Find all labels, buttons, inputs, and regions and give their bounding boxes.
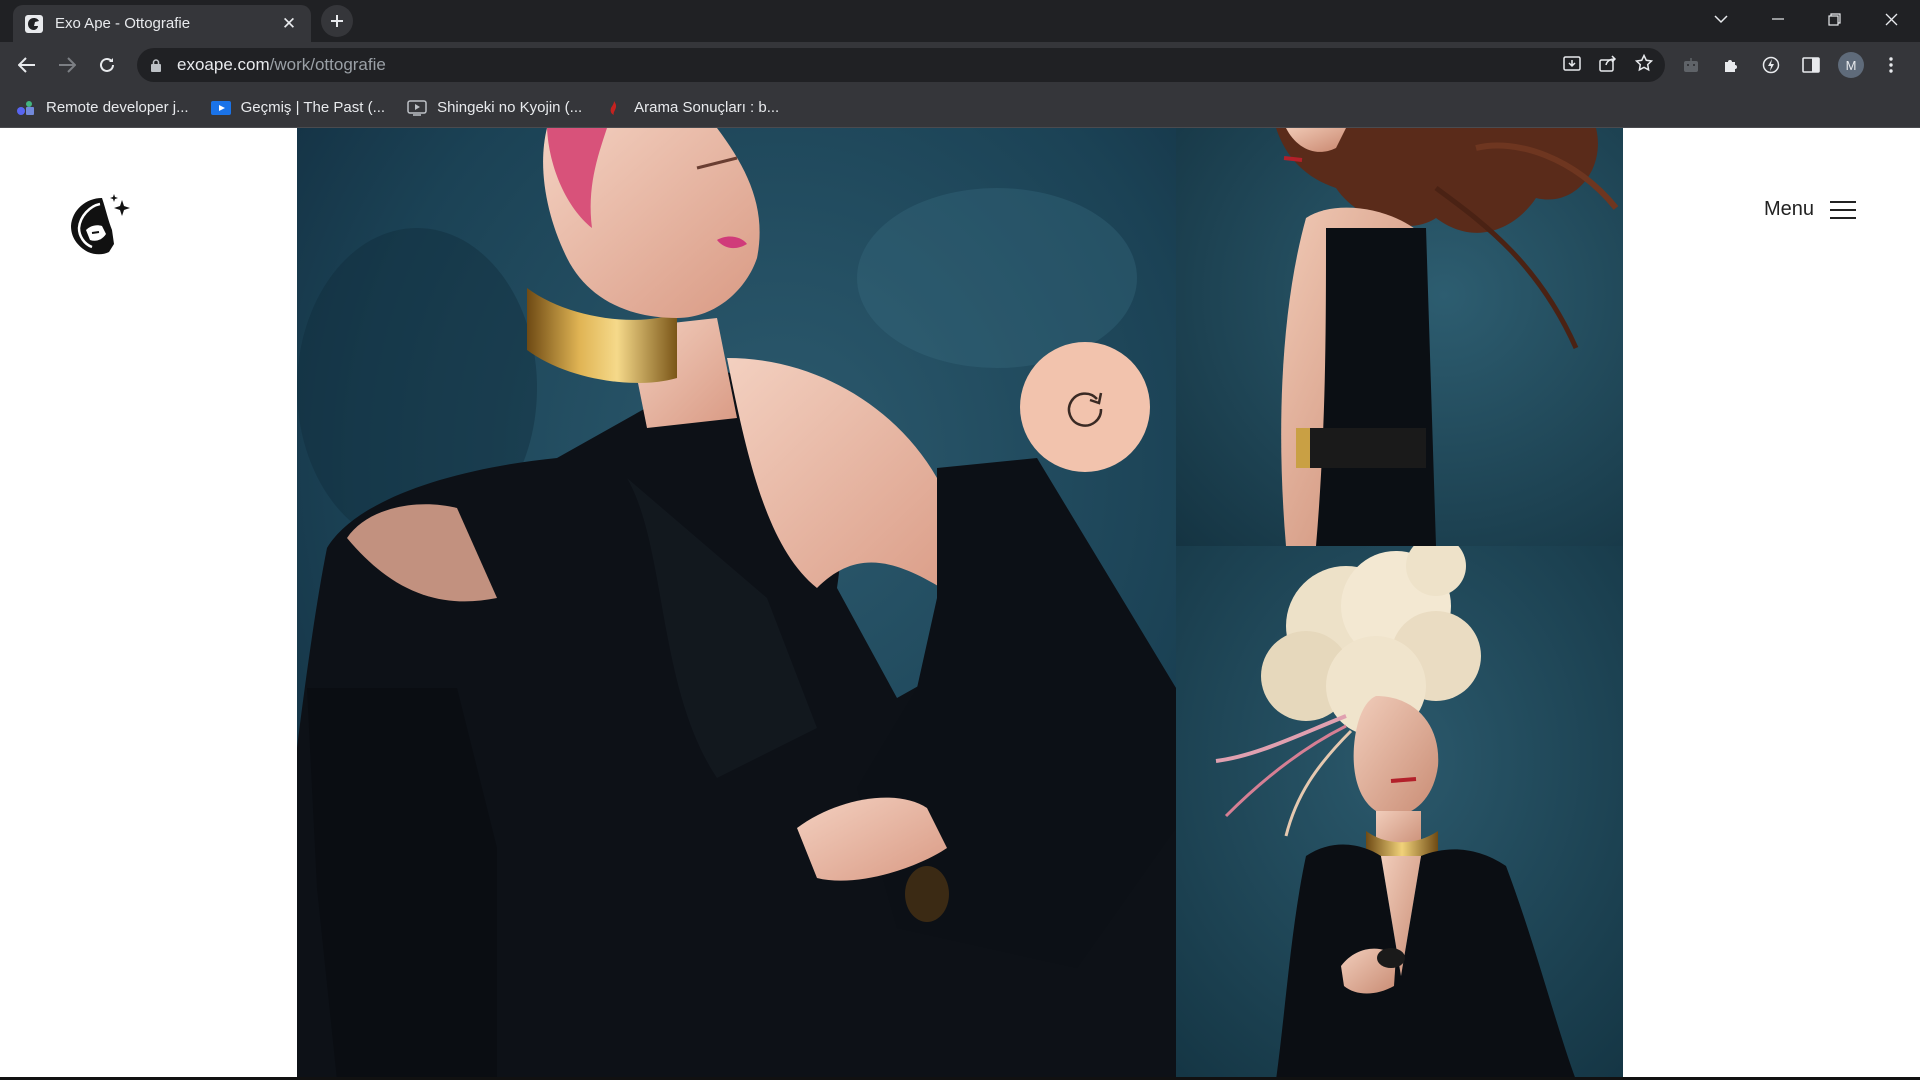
project-gallery (297, 128, 1623, 1080)
install-app-icon[interactable] (1563, 54, 1581, 77)
menu-button[interactable]: Menu (1764, 198, 1857, 221)
gallery-image-main[interactable] (297, 128, 1176, 1080)
browser-chrome: Exo Ape - Ottografie ✕ exoape.com /work/… (0, 0, 1920, 128)
bookmark-video-icon (210, 99, 231, 117)
profile-avatar[interactable]: M (1837, 49, 1865, 81)
rotate-button[interactable] (1020, 342, 1150, 472)
restore-icon (1828, 12, 1841, 26)
extensions-row: M (1677, 49, 1905, 81)
gallery-image-top-right[interactable] (1176, 128, 1623, 546)
reload-icon (100, 57, 114, 72)
extensions-puzzle-icon[interactable] (1717, 49, 1745, 81)
browser-tab[interactable]: Exo Ape - Ottografie ✕ (13, 5, 311, 42)
bookmark-site-icon (604, 99, 624, 117)
bookmark-item[interactable]: Shingeki no Kyojin (... (407, 99, 582, 117)
profile-initial: M (1838, 52, 1864, 78)
address-bar-actions (1563, 48, 1654, 82)
web-page: Menu (0, 128, 1920, 1080)
url-host: exoape.com (177, 55, 270, 74)
tab-close-icon[interactable]: ✕ (279, 14, 299, 34)
site-favicon-icon (25, 14, 43, 33)
arrow-left-icon (18, 57, 35, 73)
menu-label: Menu (1764, 198, 1815, 220)
bookmarks-bar: Remote developer j... Geçmiş | The Past … (0, 88, 1920, 128)
chevron-down-icon (1713, 15, 1728, 24)
bookmark-label: Arama Sonuçları : b... (634, 99, 780, 116)
plus-icon (331, 15, 343, 27)
close-window-button[interactable] (1863, 0, 1920, 38)
extension-bolt-icon[interactable] (1757, 49, 1785, 81)
side-panel-icon[interactable] (1797, 49, 1825, 81)
window-controls (1692, 0, 1920, 38)
minimize-button[interactable] (1749, 0, 1806, 38)
browser-menu-button[interactable] (1877, 49, 1905, 81)
tab-strip: Exo Ape - Ottografie ✕ (0, 0, 1920, 42)
tab-title: Exo Ape - Ottografie (55, 15, 191, 32)
hamburger-icon (1830, 200, 1857, 219)
browser-toolbar: exoape.com/work/ottografie M (0, 42, 1920, 88)
close-icon (1885, 13, 1898, 25)
share-icon[interactable] (1599, 54, 1617, 77)
bookmark-label: Remote developer j... (46, 99, 189, 116)
bookmark-label: Shingeki no Kyojin (... (437, 99, 583, 116)
address-bar[interactable]: exoape.com/work/ottografie (137, 48, 1665, 82)
bookmark-label: Geçmiş | The Past (... (240, 99, 386, 116)
arrow-right-icon (59, 57, 76, 73)
bookmark-tv-icon (407, 99, 427, 117)
back-button[interactable] (11, 49, 43, 81)
forward-button[interactable] (51, 49, 83, 81)
more-vertical-icon (1889, 57, 1893, 73)
bookmark-item[interactable]: Remote developer j... (16, 99, 189, 117)
rotate-icon (1067, 392, 1103, 427)
exo-ape-logo-icon[interactable] (62, 190, 134, 262)
extension-robot-icon[interactable] (1677, 49, 1705, 81)
bookmark-item[interactable]: Arama Sonuçları : b... (604, 99, 779, 117)
url-path: /work/ottografie (269, 55, 386, 74)
tab-search-button[interactable] (1692, 0, 1749, 38)
minimize-icon (1771, 18, 1784, 20)
gallery-image-bottom-right[interactable] (1176, 546, 1623, 1080)
bookmark-apps-icon (16, 99, 36, 117)
bookmark-star-icon[interactable] (1634, 53, 1654, 77)
new-tab-button[interactable] (321, 5, 353, 37)
reload-button[interactable] (91, 49, 123, 81)
restore-button[interactable] (1806, 0, 1863, 38)
bookmark-item[interactable]: Geçmiş | The Past (... (210, 99, 386, 117)
lock-icon (151, 58, 161, 72)
